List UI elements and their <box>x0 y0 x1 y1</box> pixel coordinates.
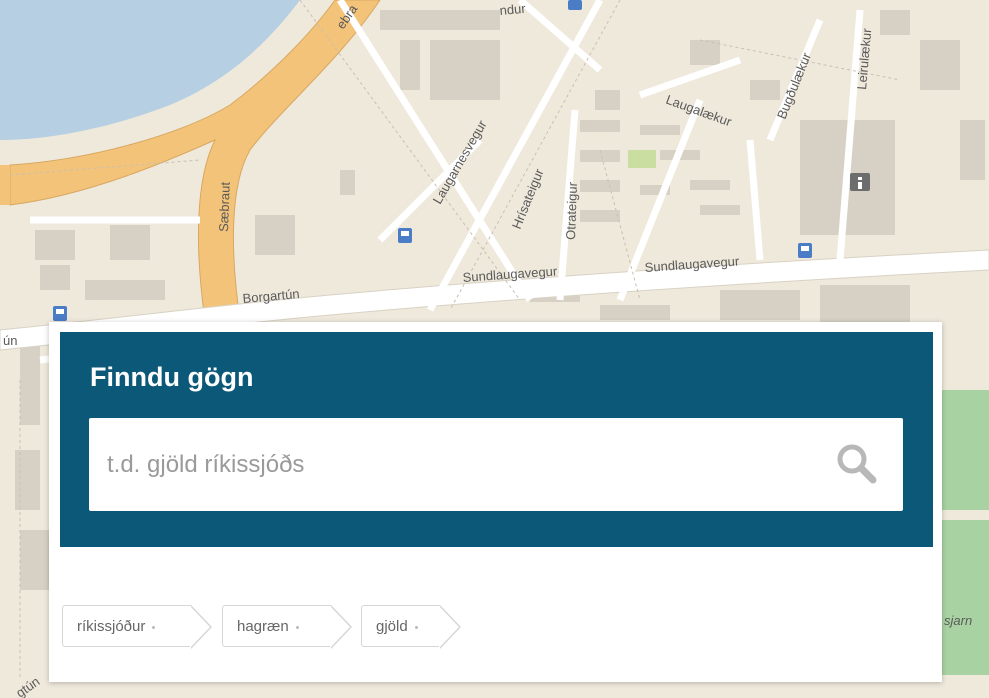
search-panel-title: Finndu gögn <box>90 362 254 392</box>
park-area <box>940 390 989 510</box>
tag-gjold[interactable]: gjöld <box>361 605 461 649</box>
street-label: Sæbraut <box>216 181 233 232</box>
search-box <box>89 418 903 511</box>
tag-dot <box>414 625 418 629</box>
tag-dot <box>295 625 299 629</box>
tag-rikissjodur[interactable]: ríkissjóður <box>62 605 212 649</box>
tag-dot <box>152 625 156 629</box>
search-button[interactable] <box>833 440 881 488</box>
tag-label: ríkissjóður <box>77 618 146 635</box>
tag-label: gjöld <box>376 618 408 635</box>
street-label: Otrateigur <box>563 181 580 240</box>
search-input[interactable] <box>89 418 827 511</box>
street-label: ndur <box>499 1 527 18</box>
tag-label: hagræn <box>237 618 289 635</box>
tag-hagraen[interactable]: hagræn <box>222 605 352 649</box>
street-label: ún <box>3 333 17 348</box>
info-icon <box>850 173 870 191</box>
magnifier-icon <box>837 444 877 484</box>
street-label: sjarn <box>944 613 972 628</box>
